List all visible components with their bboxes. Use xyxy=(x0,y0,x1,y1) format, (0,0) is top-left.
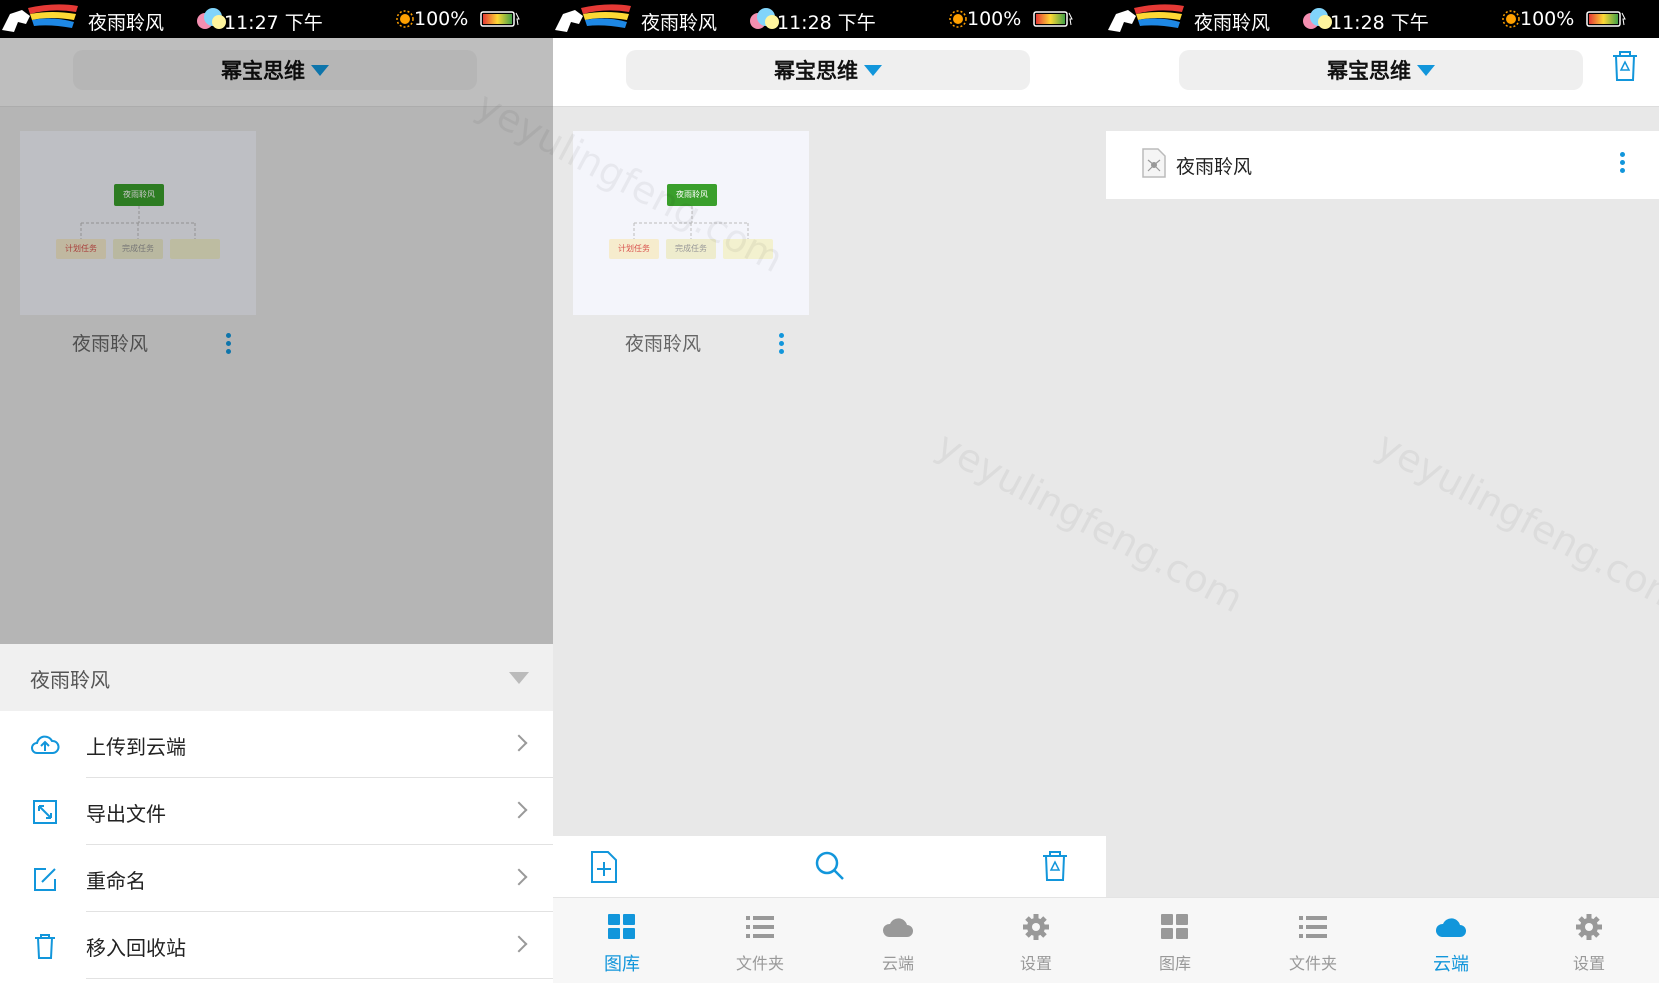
cloud-upload-icon xyxy=(31,735,60,754)
brightness-icon xyxy=(949,10,967,28)
horse-logo-icon xyxy=(2,4,78,32)
status-time: 11:27 下午 xyxy=(224,12,323,34)
grid-icon xyxy=(608,914,635,939)
tab-cloud[interactable]: 云端 xyxy=(829,898,967,983)
chevron-right-icon xyxy=(510,734,528,752)
menu-item-label: 上传到云端 xyxy=(86,735,186,759)
status-time: 11:28 下午 xyxy=(777,12,876,34)
menu-item-upload[interactable]: 上传到云端 xyxy=(0,711,553,778)
dim-overlay[interactable] xyxy=(0,38,553,644)
weather-icon xyxy=(1303,8,1332,29)
status-battery: 100% xyxy=(967,8,1022,30)
status-bar: 夜雨聆风 11:27 下午 100% xyxy=(0,0,553,38)
more-options-icon[interactable] xyxy=(1620,152,1626,176)
tab-folder[interactable]: 文件夹 xyxy=(1244,898,1382,983)
horse-logo-icon xyxy=(1108,4,1184,32)
action-sheet: 夜雨聆风 上传到云端 导出文件 重命名 移入回收站 xyxy=(0,644,553,983)
gear-icon xyxy=(1576,914,1602,940)
mindmap-connectors xyxy=(633,206,749,239)
app-title: 幂宝思维 xyxy=(1327,59,1411,83)
top-bar: 幂宝思维 xyxy=(553,38,1106,107)
battery-icon xyxy=(1033,11,1073,27)
menu-item-trash[interactable]: 移入回收站 xyxy=(0,912,553,979)
brightness-icon xyxy=(396,10,414,28)
app-title: 幂宝思维 xyxy=(774,59,858,83)
more-options-icon[interactable] xyxy=(779,333,785,357)
action-sheet-title: 夜雨聆风 xyxy=(30,668,110,692)
top-bar: 幂宝思维 xyxy=(1106,38,1659,107)
menu-item-label: 导出文件 xyxy=(86,802,166,826)
menu-item-export[interactable]: 导出文件 xyxy=(0,778,553,845)
gear-icon xyxy=(1023,914,1049,940)
cloud-content: 夜雨聆风 xyxy=(1106,107,1659,983)
status-battery: 100% xyxy=(1520,8,1575,30)
status-battery: 100% xyxy=(414,8,469,30)
list-icon xyxy=(1299,916,1327,938)
recycle-bin-icon[interactable] xyxy=(1040,850,1070,882)
file-name: 夜雨聆风 xyxy=(624,333,701,355)
cloud-icon xyxy=(882,918,913,937)
collapse-arrow-icon[interactable] xyxy=(509,672,529,684)
tab-settings[interactable]: 设置 xyxy=(1520,898,1658,983)
tab-label: 文件夹 xyxy=(1288,954,1337,973)
panel-cloud: 夜雨聆风 11:28 下午 100% 幂宝思维 夜雨聆风 图库 文件夹 云端 设… xyxy=(1106,0,1659,983)
battery-icon xyxy=(480,11,520,27)
weather-icon xyxy=(750,8,779,29)
mindmap-child-node: 计划任务 xyxy=(609,239,659,259)
tab-settings[interactable]: 设置 xyxy=(967,898,1105,983)
list-item[interactable]: 夜雨聆风 xyxy=(1106,131,1659,199)
trash-icon xyxy=(35,934,55,959)
status-bar: 夜雨聆风 11:28 下午 100% xyxy=(553,0,1106,38)
menu-item-rename[interactable]: 重命名 xyxy=(0,845,553,912)
weather-icon xyxy=(197,8,226,29)
dropdown-arrow-icon xyxy=(1417,64,1435,76)
status-time: 11:28 下午 xyxy=(1330,12,1429,34)
mindmap-file-icon xyxy=(1142,148,1166,178)
chevron-right-icon xyxy=(510,868,528,886)
tab-cloud[interactable]: 云端 xyxy=(1382,898,1520,983)
edit-icon xyxy=(34,868,56,891)
panel-gallery-menu: 夜雨聆风 11:27 下午 100% 幂宝思维 夜雨聆风 计划任务 完成任务 夜… xyxy=(0,0,553,983)
battery-icon xyxy=(1586,11,1626,27)
dropdown-arrow-icon xyxy=(864,64,882,76)
mindmap-child-node xyxy=(723,239,773,259)
action-sheet-header[interactable]: 夜雨聆风 xyxy=(0,644,553,711)
tab-label: 设置 xyxy=(1572,954,1605,973)
list-icon xyxy=(746,916,774,938)
tab-label: 图库 xyxy=(1158,954,1191,973)
tab-gallery[interactable]: 图库 xyxy=(1106,898,1244,983)
app-title-dropdown[interactable]: 幂宝思维 xyxy=(1179,50,1583,90)
tab-gallery[interactable]: 图库 xyxy=(553,898,691,983)
chevron-right-icon xyxy=(510,935,528,953)
status-name: 夜雨聆风 xyxy=(88,12,165,34)
tab-bar: 图库 文件夹 云端 设置 xyxy=(1106,897,1659,983)
add-file-icon[interactable] xyxy=(588,850,620,884)
mindmap-thumbnail[interactable]: 夜雨聆风 计划任务 完成任务 xyxy=(573,131,809,315)
app-title-dropdown[interactable]: 幂宝思维 xyxy=(626,50,1030,90)
brightness-icon xyxy=(1502,10,1520,28)
panel-gallery: 夜雨聆风 11:28 下午 100% 幂宝思维 夜雨聆风 计划任务 完成任务 夜… xyxy=(553,0,1106,983)
horse-logo-icon xyxy=(555,4,631,32)
tab-label: 图库 xyxy=(604,954,640,975)
mindmap-child-node: 完成任务 xyxy=(666,239,716,259)
menu-item-label: 移入回收站 xyxy=(86,936,186,960)
tab-bar: 图库 文件夹 云端 设置 xyxy=(553,897,1106,983)
status-name: 夜雨聆风 xyxy=(1194,12,1271,34)
action-toolbar xyxy=(553,836,1106,897)
cloud-icon xyxy=(1435,918,1466,937)
tab-label: 云端 xyxy=(1433,954,1469,975)
export-icon xyxy=(33,800,57,824)
chevron-right-icon xyxy=(510,801,528,819)
grid-icon xyxy=(1161,914,1188,939)
status-bar: 夜雨聆风 11:28 下午 100% xyxy=(1106,0,1659,38)
tab-label: 云端 xyxy=(881,954,914,973)
menu-item-label: 重命名 xyxy=(86,869,146,893)
file-name: 夜雨聆风 xyxy=(1176,156,1253,178)
recycle-bin-icon[interactable] xyxy=(1610,50,1640,82)
status-name: 夜雨聆风 xyxy=(641,12,718,34)
tab-label: 设置 xyxy=(1019,954,1052,973)
tab-folder[interactable]: 文件夹 xyxy=(691,898,829,983)
search-icon[interactable] xyxy=(814,850,846,882)
tab-label: 文件夹 xyxy=(735,954,784,973)
